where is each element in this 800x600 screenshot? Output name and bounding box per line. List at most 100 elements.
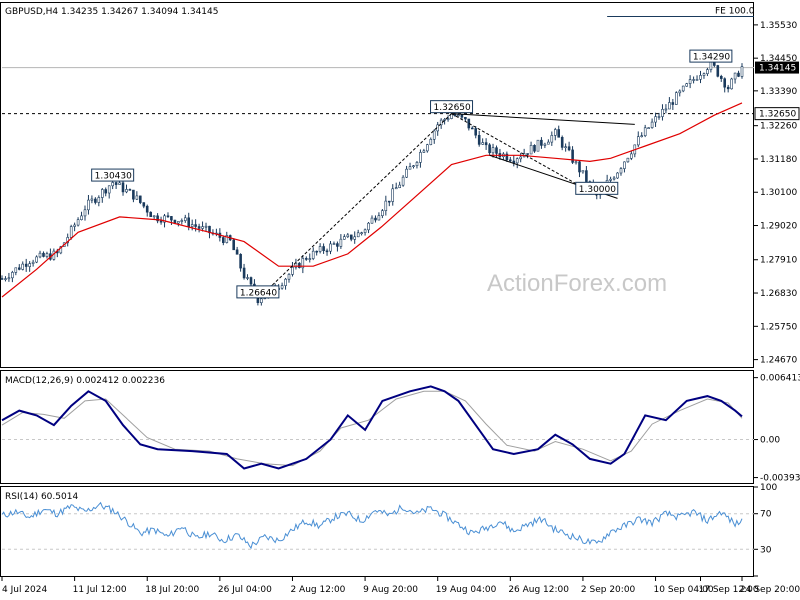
trendline: [257, 113, 452, 300]
candle-body: [737, 72, 740, 77]
candle-body: [533, 145, 536, 152]
candle-body: [69, 226, 73, 238]
candle-body: [716, 65, 720, 77]
candle-body: [38, 252, 42, 258]
candle-body: [674, 92, 678, 105]
price-axis-label: 1.24670: [760, 356, 797, 366]
candle-body: [17, 267, 21, 270]
candle-body: [553, 129, 557, 136]
candle-body: [415, 162, 419, 166]
candle-body: [733, 72, 737, 80]
candle-body: [387, 200, 391, 203]
candle-body: [484, 142, 488, 146]
chart-canvas: GBPUSD,H4 1.34235 1.34267 1.34094 1.3414…: [0, 2, 800, 595]
candle-body: [695, 79, 699, 81]
candle-body: [173, 219, 177, 224]
macd-plot: [1, 385, 754, 470]
candle-body: [298, 262, 301, 269]
candle-body: [419, 152, 422, 163]
macd-panel-frame: [0, 370, 754, 484]
candle-body: [322, 246, 325, 251]
price-axis-label: 1.27910: [760, 256, 797, 266]
candle-body: [443, 119, 446, 121]
candle-body: [706, 69, 709, 74]
candle-body: [114, 182, 118, 185]
candle-body: [291, 266, 294, 275]
candle-body: [94, 198, 97, 203]
time-axis-label: 2 Sep 20:00: [581, 585, 636, 595]
candle-body: [35, 256, 38, 263]
macd-signal-line: [1, 390, 743, 467]
candle-body: [190, 224, 194, 227]
candle-body: [204, 225, 208, 228]
candle-body: [42, 252, 45, 257]
candle-body: [664, 108, 668, 111]
candle-body: [28, 263, 32, 267]
candle-body: [488, 144, 491, 154]
candle-body: [381, 210, 384, 216]
price-plot: FE 100.0 1.30430 1.26640 1.32650 1.30000 1.34…: [0, 7, 755, 306]
candle-body: [222, 237, 225, 243]
candle-body: [107, 185, 111, 194]
candle-body: [719, 76, 723, 79]
moving-average-line: [1, 102, 743, 298]
price-axis-label: 1.33390: [760, 87, 797, 97]
rsi-axis-label: 30: [760, 545, 772, 555]
candle-body: [702, 73, 706, 76]
candle-body: [187, 217, 190, 227]
candle-body: [360, 232, 363, 234]
watermark: ActionForex.com: [487, 270, 667, 297]
candle-body: [685, 83, 689, 87]
price-annotation-label: 1.26640: [240, 288, 277, 298]
candle-body: [647, 127, 650, 129]
candle-body: [14, 267, 18, 273]
candle-body: [681, 85, 685, 92]
candle-body: [170, 216, 173, 221]
candle-body: [730, 78, 733, 90]
price-annotation-label: 1.34290: [693, 53, 730, 63]
candle-body: [612, 177, 616, 180]
price-axis-label: 1.26830: [760, 289, 797, 299]
candle-body: [464, 117, 467, 120]
candle-body: [325, 250, 329, 253]
candle-body: [460, 114, 464, 118]
candle-body: [457, 114, 460, 117]
candle-body: [318, 246, 322, 252]
candle-body: [616, 172, 619, 179]
price-chart-title: GBPUSD,H4 1.34235 1.34267 1.34094 1.3414…: [5, 7, 218, 17]
candle-body: [166, 215, 170, 218]
candle-body: [336, 243, 339, 247]
candle-body: [578, 161, 581, 173]
candle-body: [574, 161, 578, 164]
candle-body: [24, 263, 28, 267]
candle-body: [619, 168, 623, 174]
candle-body: [412, 165, 415, 167]
candle-body: [349, 234, 353, 240]
candle-body: [159, 220, 163, 223]
rsi-axis-label: 100: [760, 483, 777, 493]
candle-body: [4, 278, 7, 280]
candle-body: [678, 90, 682, 94]
candle-body: [83, 209, 87, 217]
candle-body: [232, 239, 235, 251]
candle-body: [304, 258, 308, 260]
candle-body: [87, 199, 90, 211]
time-axis-label: 26 Aug 12:00: [508, 585, 569, 595]
candle-body: [73, 224, 76, 227]
candle-body: [201, 226, 204, 229]
candle-body: [235, 249, 239, 255]
candle-body: [481, 142, 485, 145]
price-annotation-label: 1.30430: [95, 172, 132, 182]
candle-body: [526, 153, 529, 155]
current-price-label: 1.34145: [759, 64, 796, 74]
time-axis-label: 9 Aug 20:00: [363, 585, 418, 595]
candle-body: [671, 102, 675, 105]
candle-body: [101, 189, 104, 198]
candle-body: [474, 128, 478, 136]
candle-body: [398, 184, 402, 189]
macd-axis-label: 0.00: [760, 436, 780, 446]
price-axis-label: 1.32260: [760, 122, 797, 132]
candle-body: [723, 78, 727, 88]
candle-body: [699, 75, 702, 80]
candle-body: [80, 215, 83, 220]
